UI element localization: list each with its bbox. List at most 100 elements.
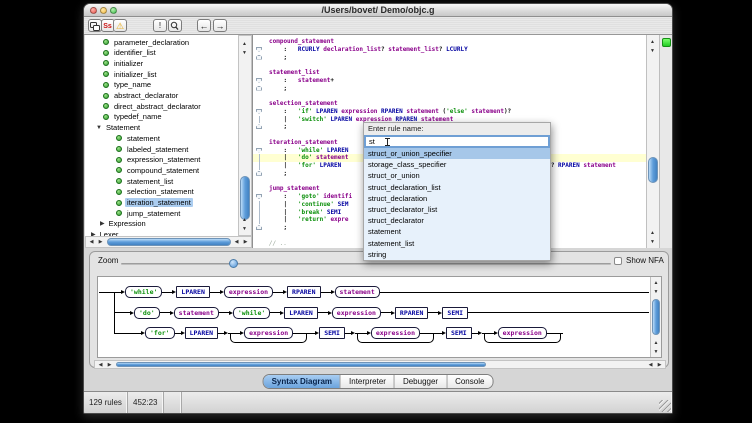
rule-name-input[interactable]: st	[364, 135, 550, 148]
ideas-button[interactable]: !	[153, 19, 167, 32]
scroll-down-icon[interactable]: ▼	[240, 225, 249, 233]
sidebar-vertical-scrollbar[interactable]: ▲ ▼ ▲ ▼	[238, 35, 252, 236]
scroll-right-icon[interactable]: ▶	[96, 238, 105, 246]
resize-grip-icon[interactable]	[659, 400, 671, 412]
sidebar-item-initializer_list[interactable]: initializer_list	[103, 69, 159, 79]
diagram-node-statement[interactable]: statement	[174, 307, 219, 319]
title-bar[interactable]: /Users/bovet/ Demo/objc.g	[84, 4, 672, 17]
scroll-down-icon[interactable]: ▼	[651, 348, 661, 356]
sidebar-vscroll-thumb[interactable]	[240, 176, 250, 220]
sidebar-item-jump_statement[interactable]: jump_statement	[116, 208, 182, 218]
tab-console[interactable]: Console	[447, 375, 492, 388]
scroll-up-icon[interactable]: ▲	[651, 279, 661, 287]
rule-suggestion-item[interactable]: struct_or_union_specifier	[364, 148, 550, 159]
diagram-node-while[interactable]: 'while'	[125, 286, 162, 298]
rule-suggestion-item[interactable]: string	[364, 249, 550, 260]
sidebar-item-initializer[interactable]: initializer	[103, 58, 145, 68]
back-button[interactable]: ←	[197, 19, 211, 32]
diagram-node-statement[interactable]: statement	[335, 286, 380, 298]
rule-suggestion-item[interactable]: struct_declaration	[364, 193, 550, 204]
sidebar-item-typedef_name[interactable]: typedef_name	[103, 112, 164, 122]
rule-suggestion-item[interactable]: struct_or_union	[364, 170, 550, 181]
diagram-node-LPAREN[interactable]: LPAREN	[185, 327, 218, 339]
scroll-left-icon[interactable]: ◀	[646, 361, 655, 369]
diagram-node-do[interactable]: 'do'	[134, 307, 160, 319]
diagram-node-expression[interactable]: expression	[224, 286, 273, 298]
sidebar-item-statement_list[interactable]: statement_list	[116, 176, 175, 186]
find-button[interactable]	[168, 19, 182, 32]
sidebar-item-identifier_list[interactable]: identifier_list	[103, 48, 158, 58]
scroll-down-icon[interactable]: ▼	[648, 238, 657, 246]
rule-suggestion-item[interactable]: statement	[364, 226, 550, 237]
scroll-down-icon[interactable]: ▼	[651, 288, 661, 296]
scroll-down-icon[interactable]: ▼	[648, 47, 657, 55]
scroll-up-icon[interactable]: ▲	[648, 38, 657, 46]
rule-suggestion-item[interactable]: struct_declaration_list	[364, 182, 550, 193]
scroll-up-icon[interactable]: ▲	[240, 40, 249, 48]
diagram-vscroll-thumb[interactable]	[652, 299, 660, 335]
rule-suggestion-item[interactable]: statement_list	[364, 238, 550, 249]
tab-debugger[interactable]: Debugger	[395, 375, 447, 388]
rule-suggestion-list[interactable]: struct_or_union_specifierstorage_class_s…	[364, 148, 550, 260]
sidebar-item-type_name[interactable]: type_name	[103, 80, 153, 90]
sidebar-item-labeled_statement[interactable]: labeled_statement	[116, 144, 190, 154]
editor-vscroll-thumb[interactable]	[648, 157, 658, 183]
disclosure-open-icon[interactable]: ▼	[96, 125, 102, 131]
diagram-node-while[interactable]: 'while'	[233, 307, 270, 319]
forward-button[interactable]: →	[213, 19, 227, 32]
diagram-node-SEMI[interactable]: SEMI	[319, 327, 345, 339]
scroll-left-icon[interactable]: ◀	[87, 238, 96, 246]
tab-syntax-diagram[interactable]: Syntax Diagram	[264, 375, 341, 388]
scroll-right-icon[interactable]: ▶	[105, 361, 114, 369]
scroll-right-icon[interactable]: ▶	[241, 238, 250, 246]
sidebar-item-abstract_declarator[interactable]: abstract_declarator	[103, 91, 180, 101]
scroll-up-icon[interactable]: ▲	[651, 339, 661, 347]
sidebar-item-statement[interactable]: statement	[116, 133, 162, 143]
rule-suggestion-item[interactable]: storage_class_specifier	[364, 159, 550, 170]
diagram-node-RPAREN[interactable]: RPAREN	[287, 286, 320, 298]
show-nfa-checkbox[interactable]	[614, 257, 622, 265]
sidebar-hscroll-thumb[interactable]	[107, 238, 231, 246]
diagram-node-LPAREN[interactable]: LPAREN	[176, 286, 209, 298]
fold-start-icon[interactable]	[256, 47, 262, 52]
diagram-hscroll-thumb[interactable]	[116, 362, 486, 367]
console-button[interactable]	[88, 19, 102, 32]
fold-start-icon[interactable]	[256, 109, 262, 114]
diagram-node-SEMI[interactable]: SEMI	[442, 307, 468, 319]
rule-tree[interactable]: parameter_declarationidentifier_listinit…	[85, 35, 238, 236]
fold-start-icon[interactable]	[256, 148, 262, 153]
zoom-slider-thumb[interactable]	[229, 259, 238, 268]
rule-suggestion-item[interactable]: struct_declarator_list	[364, 204, 550, 215]
scroll-left-icon[interactable]: ◀	[96, 361, 105, 369]
fold-end-icon[interactable]	[256, 225, 262, 230]
diagram-node-for[interactable]: 'for'	[145, 327, 175, 339]
fold-start-icon[interactable]	[256, 78, 262, 83]
editor-vertical-scrollbar[interactable]: ▲ ▼ ▲ ▼	[646, 35, 659, 248]
sidebar-item-compound_statement[interactable]: compound_statement	[116, 165, 201, 175]
sidebar-item-iteration_statement[interactable]: iteration_statement	[116, 198, 193, 208]
diagram-node-LPAREN[interactable]: LPAREN	[284, 307, 317, 319]
diagram-node-SEMI[interactable]: SEMI	[446, 327, 472, 339]
sidebar-item-direct_abstract_declarator[interactable]: direct_abstract_declarator	[103, 101, 203, 111]
scroll-left-icon[interactable]: ◀	[232, 238, 241, 246]
sidebar-item-Statement[interactable]: ▼Statement	[96, 123, 142, 133]
sidebar-horizontal-scrollbar[interactable]: ◀ ▶ ◀ ▶	[85, 236, 252, 248]
fold-start-icon[interactable]	[256, 194, 262, 199]
fold-end-icon[interactable]	[256, 124, 262, 129]
fold-end-icon[interactable]	[256, 171, 262, 176]
disclosure-closed-icon[interactable]: ▶	[100, 220, 105, 227]
rule-suggestion-item[interactable]: struct_declarator	[364, 215, 550, 226]
sidebar-item-parameter_declaration[interactable]: parameter_declaration	[103, 37, 191, 47]
scroll-right-icon[interactable]: ▶	[655, 361, 664, 369]
fold-end-icon[interactable]	[256, 55, 262, 60]
diagram-node-RPAREN[interactable]: RPAREN	[395, 307, 428, 319]
scroll-down-icon[interactable]: ▼	[240, 49, 249, 57]
fold-end-icon[interactable]	[256, 86, 262, 91]
diagram-vertical-scrollbar[interactable]: ▲ ▼ ▲ ▼	[650, 277, 661, 357]
zoom-slider[interactable]	[121, 263, 611, 265]
warnings-button[interactable]: ⚠	[113, 19, 127, 32]
tab-interpreter[interactable]: Interpreter	[341, 375, 395, 388]
diagram-node-expression[interactable]: expression	[332, 307, 381, 319]
diagram-horizontal-scrollbar[interactable]: ◀ ▶ ◀ ▶	[94, 360, 666, 369]
sidebar-item-Expression[interactable]: ▶Expression	[100, 219, 148, 229]
